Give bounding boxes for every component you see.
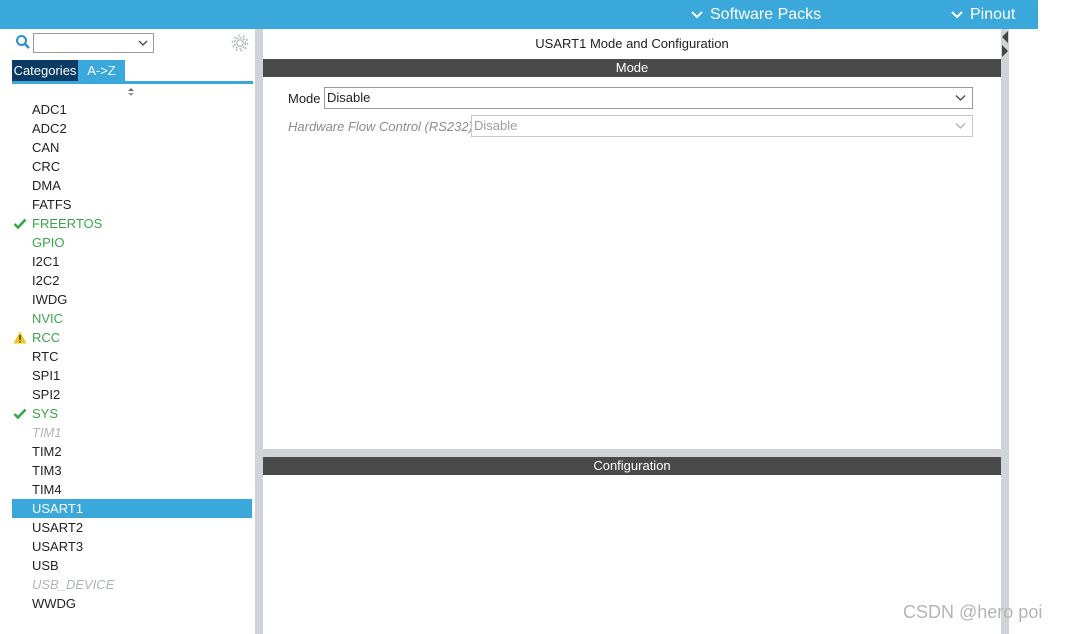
list-item[interactable]: RTC — [12, 347, 252, 366]
list-item-label: TIM4 — [32, 482, 62, 497]
list-item-label: SPI1 — [32, 368, 61, 383]
chevron-down-icon — [951, 10, 963, 18]
watermark: CSDN @hero poi — [903, 602, 1043, 622]
sort-icon[interactable] — [126, 86, 136, 98]
right-splitter[interactable] — [1001, 29, 1009, 634]
list-item-label: FATFS — [32, 197, 72, 212]
check-icon — [13, 408, 27, 420]
search-icon[interactable] — [15, 34, 31, 50]
list-item-label: I2C1 — [32, 254, 60, 269]
list-item[interactable]: SPI1 — [12, 366, 252, 385]
right-margin — [1009, 29, 1067, 634]
list-item[interactable]: TIM1 — [12, 423, 252, 442]
list-item-label: USART2 — [32, 520, 84, 535]
list-item-label: I2C2 — [32, 273, 60, 288]
categories-panel: Categories A->Z ADC1 ADC2 CAN CRC DMA FATFS FR… — [0, 29, 255, 634]
warning-icon — [13, 331, 27, 344]
list-item[interactable]: WWDG — [12, 594, 252, 613]
list-item-label: TIM3 — [32, 463, 62, 478]
list-item[interactable]: RCC — [12, 328, 252, 347]
configuration-section-header: Configuration — [263, 457, 1001, 475]
list-item-label: TIM1 — [32, 425, 62, 440]
list-item-label: WWDG — [32, 596, 77, 611]
hw-flow-select[interactable]: Disable — [471, 115, 973, 137]
list-item-label: CAN — [32, 140, 60, 155]
list-item[interactable]: SPI2 — [12, 385, 252, 404]
list-item-label: SPI2 — [32, 387, 61, 402]
list-item-label: USB — [32, 558, 59, 573]
pinout-label: Pinout — [970, 5, 1016, 23]
view-tabs: Categories A->Z — [12, 60, 125, 82]
tab-underline — [12, 81, 253, 84]
list-item-label: GPIO — [32, 235, 65, 250]
list-item[interactable]: CRC — [12, 157, 252, 176]
top-toolbar — [0, 0, 1038, 29]
list-item[interactable]: FREERTOS — [12, 214, 252, 233]
list-item[interactable]: SYS — [12, 404, 252, 423]
list-item[interactable]: USB — [12, 556, 252, 575]
collapse-left-icon[interactable] — [1002, 31, 1008, 43]
list-item[interactable]: TIM2 — [12, 442, 252, 461]
list-item[interactable]: ADC1 — [12, 100, 252, 119]
collapse-right-icon[interactable] — [1002, 45, 1008, 57]
tab-categories[interactable]: Categories — [12, 60, 78, 82]
chevron-down-icon — [955, 95, 966, 101]
list-item[interactable]: GPIO — [12, 233, 252, 252]
chevron-down-icon — [138, 40, 148, 46]
mode-panel: USART1 Mode and Configuration Mode Mode … — [263, 29, 1001, 449]
list-item[interactable]: USART1 — [12, 499, 252, 518]
hw-flow-label: Hardware Flow Control (RS232) — [288, 119, 473, 134]
search-input[interactable] — [33, 33, 154, 53]
list-item[interactable]: TIM4 — [12, 480, 252, 499]
tab-a-z[interactable]: A->Z — [78, 60, 125, 82]
list-item-label: ADC1 — [32, 102, 67, 117]
list-item[interactable]: TIM3 — [12, 461, 252, 480]
list-item-label: RTC — [32, 349, 59, 364]
list-item-label: FREERTOS — [32, 216, 103, 231]
list-item-label: DMA — [32, 178, 61, 193]
list-item[interactable]: USART2 — [12, 518, 252, 537]
list-item[interactable]: DMA — [12, 176, 252, 195]
mode-select-value: Disable — [327, 90, 371, 105]
list-item-label: USART1 — [32, 501, 84, 516]
pinout-menu[interactable]: Pinout — [950, 0, 1015, 29]
section-splitter[interactable] — [263, 449, 1001, 457]
software-packs-menu[interactable]: Software Packs — [690, 0, 821, 29]
list-item-label: ADC2 — [32, 121, 67, 136]
list-item[interactable]: I2C1 — [12, 252, 252, 271]
check-icon — [13, 218, 27, 230]
list-item[interactable]: ADC2 — [12, 119, 252, 138]
list-item-label: USB_DEVICE — [32, 577, 115, 592]
configuration-panel: Configuration — [263, 457, 1001, 634]
panel-splitter[interactable] — [255, 29, 263, 634]
list-item-label: SYS — [32, 406, 59, 421]
list-item[interactable]: FATFS — [12, 195, 252, 214]
list-item-label: CRC — [32, 159, 61, 174]
list-item[interactable]: USART3 — [12, 537, 252, 556]
mode-section-header: Mode — [263, 59, 1001, 77]
software-packs-label: Software Packs — [710, 5, 822, 23]
list-item[interactable]: IWDG — [12, 290, 252, 309]
chevron-down-icon — [955, 123, 966, 129]
list-item[interactable]: CAN — [12, 138, 252, 157]
list-item-label: IWDG — [32, 292, 68, 307]
chevron-down-icon — [691, 10, 703, 18]
page-title: USART1 Mode and Configuration — [535, 36, 729, 51]
gear-icon[interactable] — [231, 34, 249, 52]
hw-flow-select-value: Disable — [474, 118, 518, 133]
list-item-label: USART3 — [32, 539, 84, 554]
list-item[interactable]: I2C2 — [12, 271, 252, 290]
list-item-label: TIM2 — [32, 444, 62, 459]
list-item[interactable]: USB_DEVICE — [12, 575, 252, 594]
peripheral-list: ADC1 ADC2 CAN CRC DMA FATFS FREERTOS GPIO I2C1 I2… — [12, 100, 252, 613]
list-item-label: RCC — [32, 330, 61, 345]
mode-label: Mode — [288, 91, 321, 106]
list-item-label: NVIC — [32, 311, 64, 326]
list-item[interactable]: NVIC — [12, 309, 252, 328]
mode-select[interactable]: Disable — [324, 87, 973, 109]
